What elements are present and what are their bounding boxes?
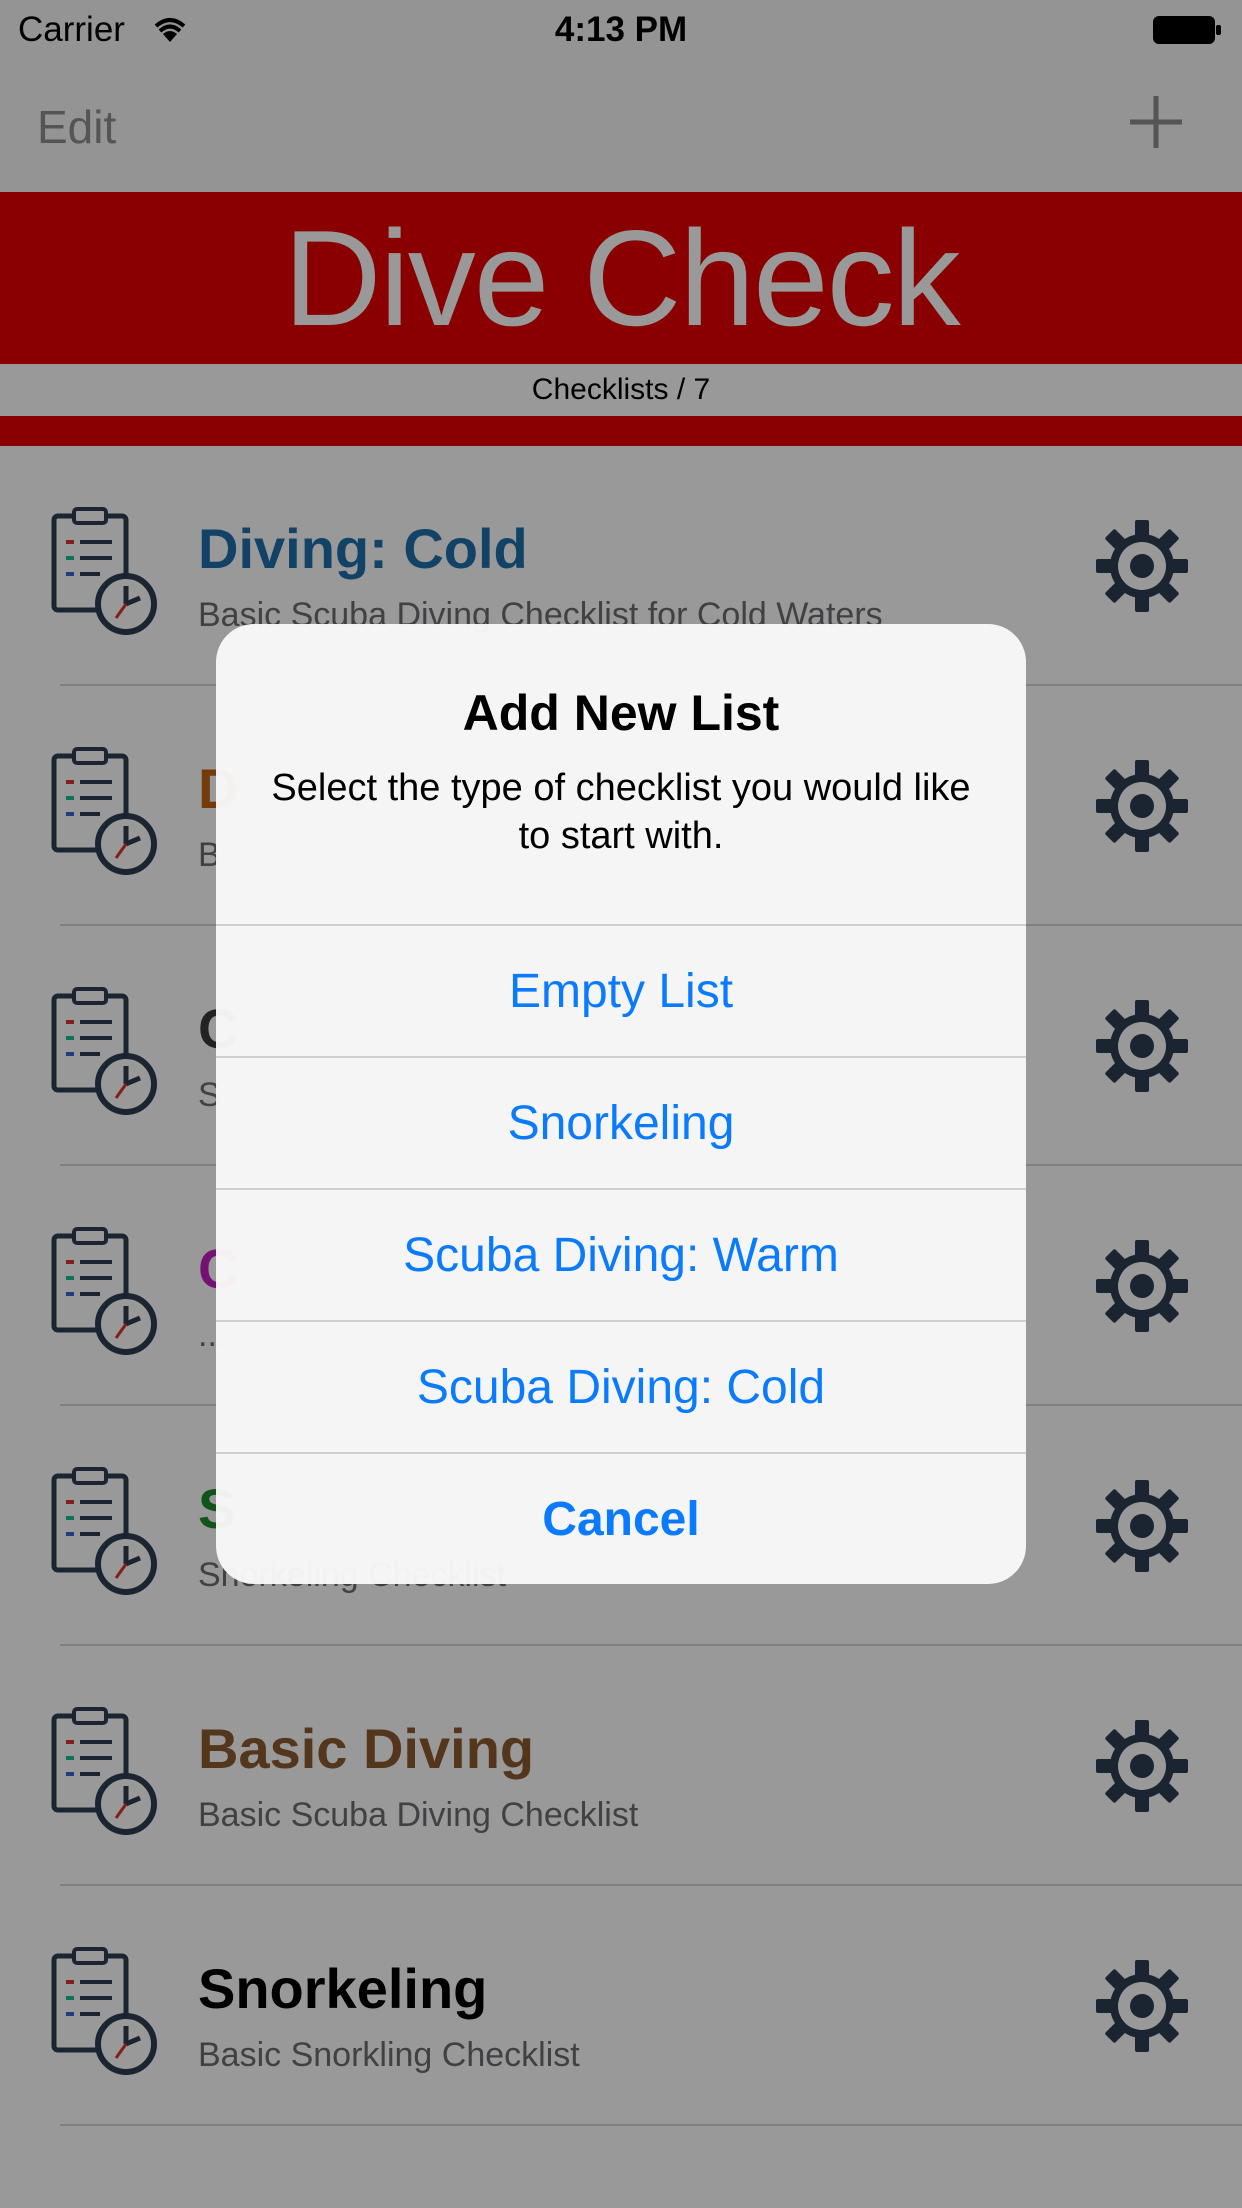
alert-message: Select the type of checklist you would l…: [271, 767, 971, 857]
empty-list-button[interactable]: Empty List: [216, 924, 1026, 1058]
scuba-diving-warm-button[interactable]: Scuba Diving: Warm: [216, 1188, 1026, 1322]
cancel-button[interactable]: Cancel: [216, 1452, 1026, 1584]
snorkeling-button[interactable]: Snorkeling: [216, 1056, 1026, 1190]
add-new-list-alert: Add New List Select the type of checklis…: [216, 624, 1026, 1584]
alert-title: Add New List: [462, 685, 780, 741]
scuba-diving-cold-button[interactable]: Scuba Diving: Cold: [216, 1320, 1026, 1454]
